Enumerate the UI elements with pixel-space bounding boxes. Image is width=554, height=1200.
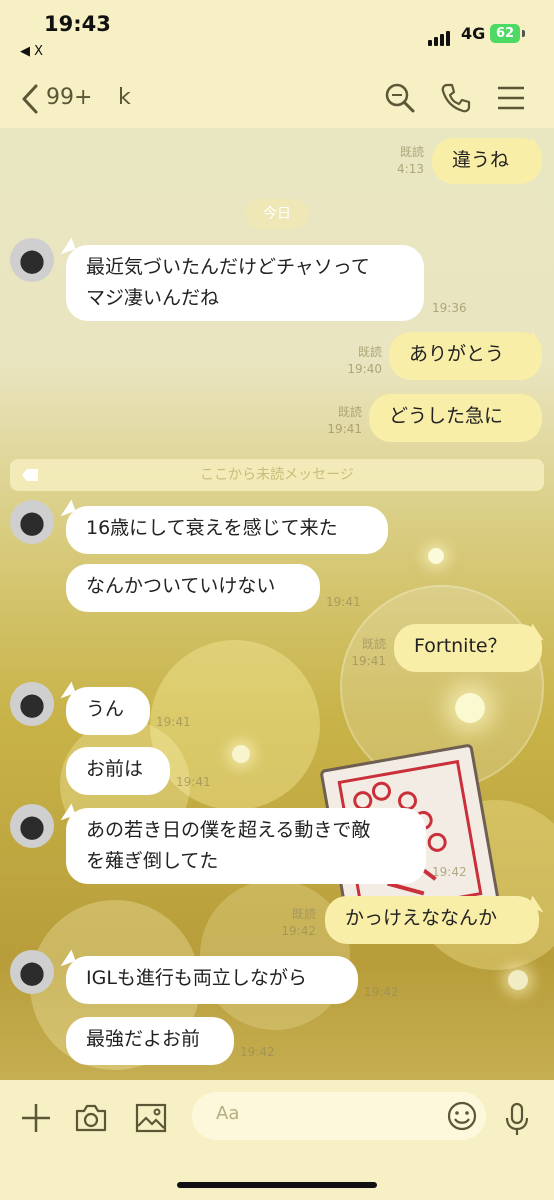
plus-icon[interactable]	[20, 1102, 52, 1134]
back-to-app-link[interactable]: ◀ X	[20, 44, 43, 59]
message-bubble-in[interactable]: うん	[66, 687, 150, 735]
message-bubble-out[interactable]: どうした急に	[369, 394, 542, 442]
message-time: 19:42	[364, 985, 399, 999]
chat-area[interactable]: 既読 4:13 違うね 今日 最近気づいたんだけどチャソって マジ凄いんだね 1…	[0, 128, 554, 1080]
message-bubble-in[interactable]: 最近気づいたんだけどチャソって マジ凄いんだね	[66, 245, 424, 321]
message-time: 19:41	[327, 422, 362, 436]
message-bubble-in[interactable]: お前は	[66, 747, 170, 795]
menu-icon[interactable]	[496, 82, 526, 114]
message-meta: 既読 19:40	[338, 344, 382, 378]
message-input[interactable]: Aa	[192, 1092, 486, 1140]
message-bubble-out[interactable]: Fortnite？	[394, 624, 542, 672]
message-meta: 既読 4:13	[380, 144, 424, 178]
message-time: 19:41	[326, 595, 361, 609]
message-time: 4:13	[397, 162, 424, 176]
message-time: 19:40	[347, 362, 382, 376]
avatar[interactable]	[10, 804, 54, 848]
unread-count[interactable]: 99+	[46, 85, 92, 110]
message-time: 19:42	[281, 924, 316, 938]
date-separator: 今日	[245, 199, 309, 229]
message-time: 19:42	[432, 865, 467, 879]
chevron-left-icon[interactable]	[16, 82, 42, 116]
mic-icon[interactable]	[501, 1102, 533, 1136]
message-bubble-in[interactable]: 16歳にして衰えを感じて来た	[66, 506, 388, 554]
battery-tip	[522, 30, 525, 37]
search-icon[interactable]	[384, 82, 416, 114]
home-indicator[interactable]	[177, 1182, 377, 1188]
avatar[interactable]	[10, 950, 54, 994]
message-bubble-in[interactable]: あの若き日の僕を超える動きで敵 を薙ぎ倒してた	[66, 808, 426, 884]
status-time: 19:43	[44, 12, 111, 36]
message-bubble-in[interactable]: IGLも進行も両立しながら	[66, 956, 358, 1004]
contact-name[interactable]: k	[118, 85, 131, 110]
message-bubble-out[interactable]: ありがとう	[389, 332, 542, 380]
unread-divider: ここから未読メッセージ	[10, 459, 544, 491]
read-receipt: 既読	[337, 405, 362, 419]
status-bar: 19:43 ◀ X 4G 62	[0, 0, 554, 70]
message-bubble-in[interactable]: 最強だよお前	[66, 1017, 234, 1065]
avatar[interactable]	[10, 238, 54, 282]
message-meta: 既読 19:41	[342, 636, 386, 670]
message-bubble-out[interactable]: 違うね	[432, 138, 542, 184]
read-receipt: 既読	[291, 907, 316, 921]
chat-header: 99+ k	[0, 70, 554, 128]
message-time: 19:41	[351, 654, 386, 668]
read-receipt: 既読	[361, 637, 386, 651]
message-time: 19:41	[156, 715, 191, 729]
message-time: 19:41	[176, 775, 211, 789]
read-receipt: 既読	[399, 145, 424, 159]
message-meta: 既読 19:42	[272, 906, 316, 940]
unread-divider-label: ここから未読メッセージ	[200, 467, 354, 483]
camera-icon[interactable]	[74, 1102, 108, 1134]
image-icon[interactable]	[134, 1102, 168, 1134]
message-meta: 既読 19:41	[318, 404, 362, 438]
battery-icon: 62	[490, 24, 520, 43]
read-receipt: 既読	[357, 345, 382, 359]
avatar[interactable]	[10, 682, 54, 726]
avatar[interactable]	[10, 500, 54, 544]
message-time: 19:42	[240, 1045, 275, 1059]
phone-icon[interactable]	[440, 82, 472, 114]
emoji-icon[interactable]	[446, 1100, 478, 1132]
message-time: 19:36	[432, 301, 467, 315]
message-bubble-in[interactable]: なんかついていけない	[66, 564, 320, 612]
message-input-placeholder: Aa	[216, 1103, 240, 1124]
network-type: 4G	[461, 24, 486, 43]
message-bubble-out[interactable]: かっけえななんか	[325, 896, 539, 944]
signal-icon	[428, 27, 452, 46]
